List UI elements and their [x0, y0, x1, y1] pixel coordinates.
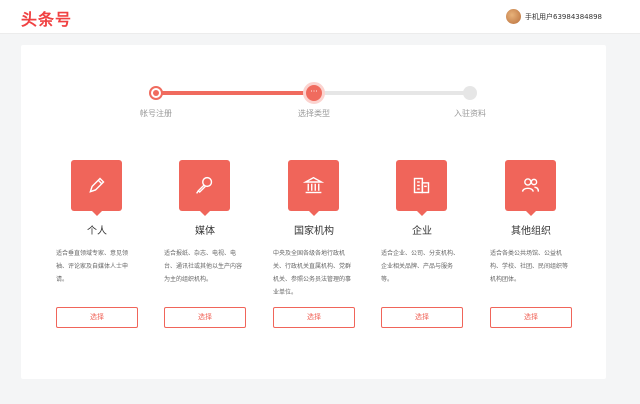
type-description: 适合企业、公司、分支机构、企业相关品牌、产品与服务等。: [381, 250, 460, 283]
type-individual-icon-box: [71, 160, 122, 216]
select-other-org-button[interactable]: 选择: [490, 307, 572, 328]
select-government-button[interactable]: 选择: [273, 307, 355, 328]
government-building-icon: [303, 176, 324, 194]
type-government-icon-box: [288, 160, 339, 216]
step-2-label: 选择类型: [298, 109, 330, 118]
select-media-button[interactable]: 选择: [164, 307, 246, 328]
type-description: 适合报纸、杂志、电视、电台、通讯社或其他以生产内容为主的组织机构。: [164, 250, 243, 283]
user-menu[interactable]: 手机用户63984384898: [506, 9, 602, 24]
type-title: 其他组织: [511, 226, 551, 237]
logo[interactable]: 头条号: [21, 6, 72, 30]
select-individual-button[interactable]: 选择: [56, 307, 138, 328]
step-1-dot: [149, 86, 163, 100]
type-title: 国家机构: [294, 226, 334, 237]
select-enterprise-button[interactable]: 选择: [381, 307, 463, 328]
type-media-icon-box: [179, 160, 230, 216]
type-other-org-icon-box: [505, 160, 556, 216]
step-3-label: 入驻资料: [454, 109, 486, 118]
main-card: ··· 帐号注册 选择类型 入驻资料 个人 适合垂直领域专家、意见领袖、评论家及…: [21, 45, 606, 379]
type-title: 媒体: [195, 226, 215, 237]
office-building-icon: [413, 177, 430, 194]
avatar[interactable]: [506, 9, 521, 24]
stepper-track-todo: [314, 91, 470, 95]
step-2-dot: ···: [303, 82, 325, 104]
pen-icon: [89, 177, 105, 193]
type-title: 企业: [412, 226, 432, 237]
username[interactable]: 手机用户63984384898: [525, 12, 602, 22]
top-bar: 头条号 手机用户63984384898: [0, 0, 640, 34]
type-description: 适合各类公共场馆、公益机构、学校、社团、民间组织等机构团体。: [490, 250, 569, 283]
type-description: 中央及全国各级各地行政机关、行政机关直属机构、党群机关、参照公务员法管理的事业单…: [273, 250, 352, 296]
stepper-track-done: [156, 91, 314, 95]
step-1-label: 帐号注册: [140, 109, 172, 118]
step-3-dot: [463, 86, 477, 100]
type-enterprise-icon-box: [396, 160, 447, 216]
people-icon: [521, 178, 540, 192]
type-title: 个人: [87, 226, 107, 237]
type-description: 适合垂直领域专家、意见领袖、评论家及自媒体人士申请。: [56, 250, 129, 283]
microphone-icon: [196, 176, 213, 194]
